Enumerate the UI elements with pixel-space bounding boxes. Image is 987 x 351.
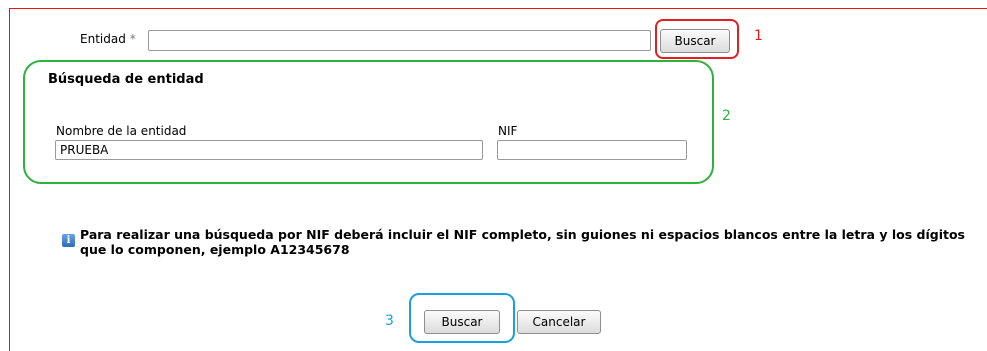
annotation-box-1 (655, 19, 739, 59)
form-frame-left-border (9, 8, 10, 351)
entity-name-input[interactable] (55, 140, 483, 160)
entity-name-label: Nombre de la entidad (56, 124, 187, 138)
nif-search-help-text: Para realizar una búsqueda por NIF deber… (80, 227, 965, 257)
cancel-button[interactable]: Cancelar (517, 310, 601, 334)
nif-label: NIF (498, 124, 518, 138)
annotation-number-1: 1 (754, 28, 763, 44)
search-section-title: Búsqueda de entidad (48, 72, 204, 87)
entity-label-text: Entidad (80, 32, 126, 46)
annotation-number-3: 3 (385, 313, 394, 329)
form-frame-top-border (9, 8, 987, 9)
annotation-number-2: 2 (722, 108, 731, 124)
entity-input[interactable] (148, 30, 651, 51)
search-button[interactable]: Buscar (424, 310, 500, 334)
required-mark: * (129, 32, 136, 46)
info-icon: i (62, 234, 75, 247)
entity-label: Entidad * (80, 32, 136, 46)
nif-input[interactable] (497, 140, 687, 160)
